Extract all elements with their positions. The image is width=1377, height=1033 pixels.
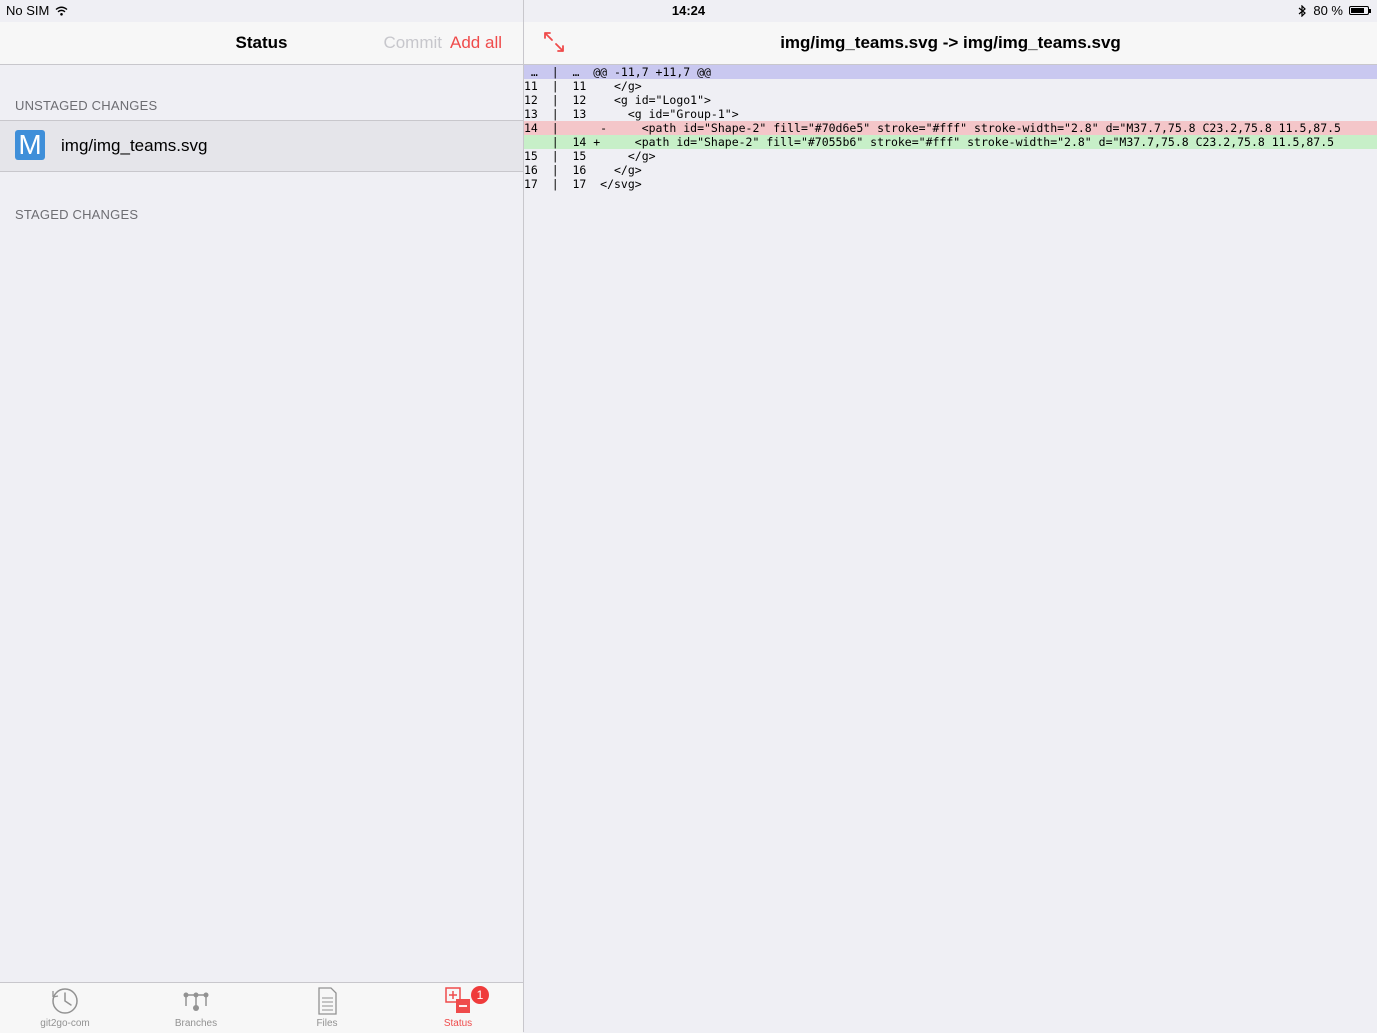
- status-plus-minus-icon: [445, 987, 470, 1013]
- status-navigation-bar: Status Commit Add all: [0, 22, 523, 65]
- staged-changes-header: STAGED CHANGES: [15, 207, 139, 222]
- tab-status[interactable]: 1 Status: [393, 983, 523, 1033]
- diff-context-line: 11 | 11 </g>: [524, 79, 642, 93]
- page-title: Status: [235, 33, 288, 52]
- tab-label: Branches: [174, 1018, 218, 1029]
- diff-added-line: | 14 + <path id="Shape-2" fill="#7055b6"…: [524, 135, 1377, 149]
- tab-bar: git2go-com Branches Files 1 Status: [0, 982, 523, 1033]
- diff-context-line: 17 | 17 </svg>: [524, 177, 642, 191]
- diff-navigation-bar: img/img_teams.svg -> img/img_teams.svg: [524, 22, 1377, 65]
- unstaged-file-row[interactable]: M img/img_teams.svg: [0, 120, 523, 172]
- tab-files[interactable]: Files: [262, 983, 392, 1033]
- system-status-bar: No SIM 14:24 80 %: [0, 0, 1377, 22]
- battery-icon: [1349, 6, 1371, 15]
- notification-badge: 1: [471, 986, 489, 1004]
- commit-button[interactable]: Commit: [383, 33, 442, 53]
- unstaged-changes-header: UNSTAGED CHANGES: [15, 98, 158, 113]
- diff-hunk-header: … | … @@ -11,7 +11,7 @@: [524, 65, 1377, 79]
- diff-context-line: 16 | 16 </g>: [524, 163, 642, 177]
- tab-branches[interactable]: Branches: [131, 983, 261, 1033]
- tab-label: Files: [316, 1018, 338, 1029]
- diff-deleted-line: 14 | - <path id="Shape-2" fill="#70d6e5"…: [524, 121, 1377, 135]
- tab-repository[interactable]: git2go-com: [0, 983, 130, 1033]
- modified-status-icon: M: [15, 130, 45, 160]
- document-icon: [318, 987, 337, 1015]
- diff-context-line: 13 | 13 <g id="Group-1">: [524, 107, 739, 121]
- tab-label: git2go-com: [40, 1018, 90, 1029]
- diff-context-line: 12 | 12 <g id="Logo1">: [524, 93, 711, 107]
- file-name: img/img_teams.svg: [61, 136, 208, 155]
- clock-time: 14:24: [671, 3, 706, 18]
- diff-view: … | … @@ -11,7 +11,7 @@ 11 | 11 </g> 12 …: [524, 65, 1377, 191]
- battery-percentage: 80 %: [1313, 3, 1343, 18]
- branches-icon: [183, 992, 209, 1011]
- diff-context-line: 15 | 15 </g>: [524, 149, 656, 163]
- tab-label: Status: [443, 1018, 473, 1029]
- clock-icon: [52, 988, 78, 1014]
- diff-title: img/img_teams.svg -> img/img_teams.svg: [780, 33, 1121, 52]
- add-all-button[interactable]: Add all: [450, 33, 502, 53]
- master-pane: Status Commit Add all UNSTAGED CHANGES M…: [0, 0, 523, 1033]
- bluetooth-icon: [1298, 4, 1307, 17]
